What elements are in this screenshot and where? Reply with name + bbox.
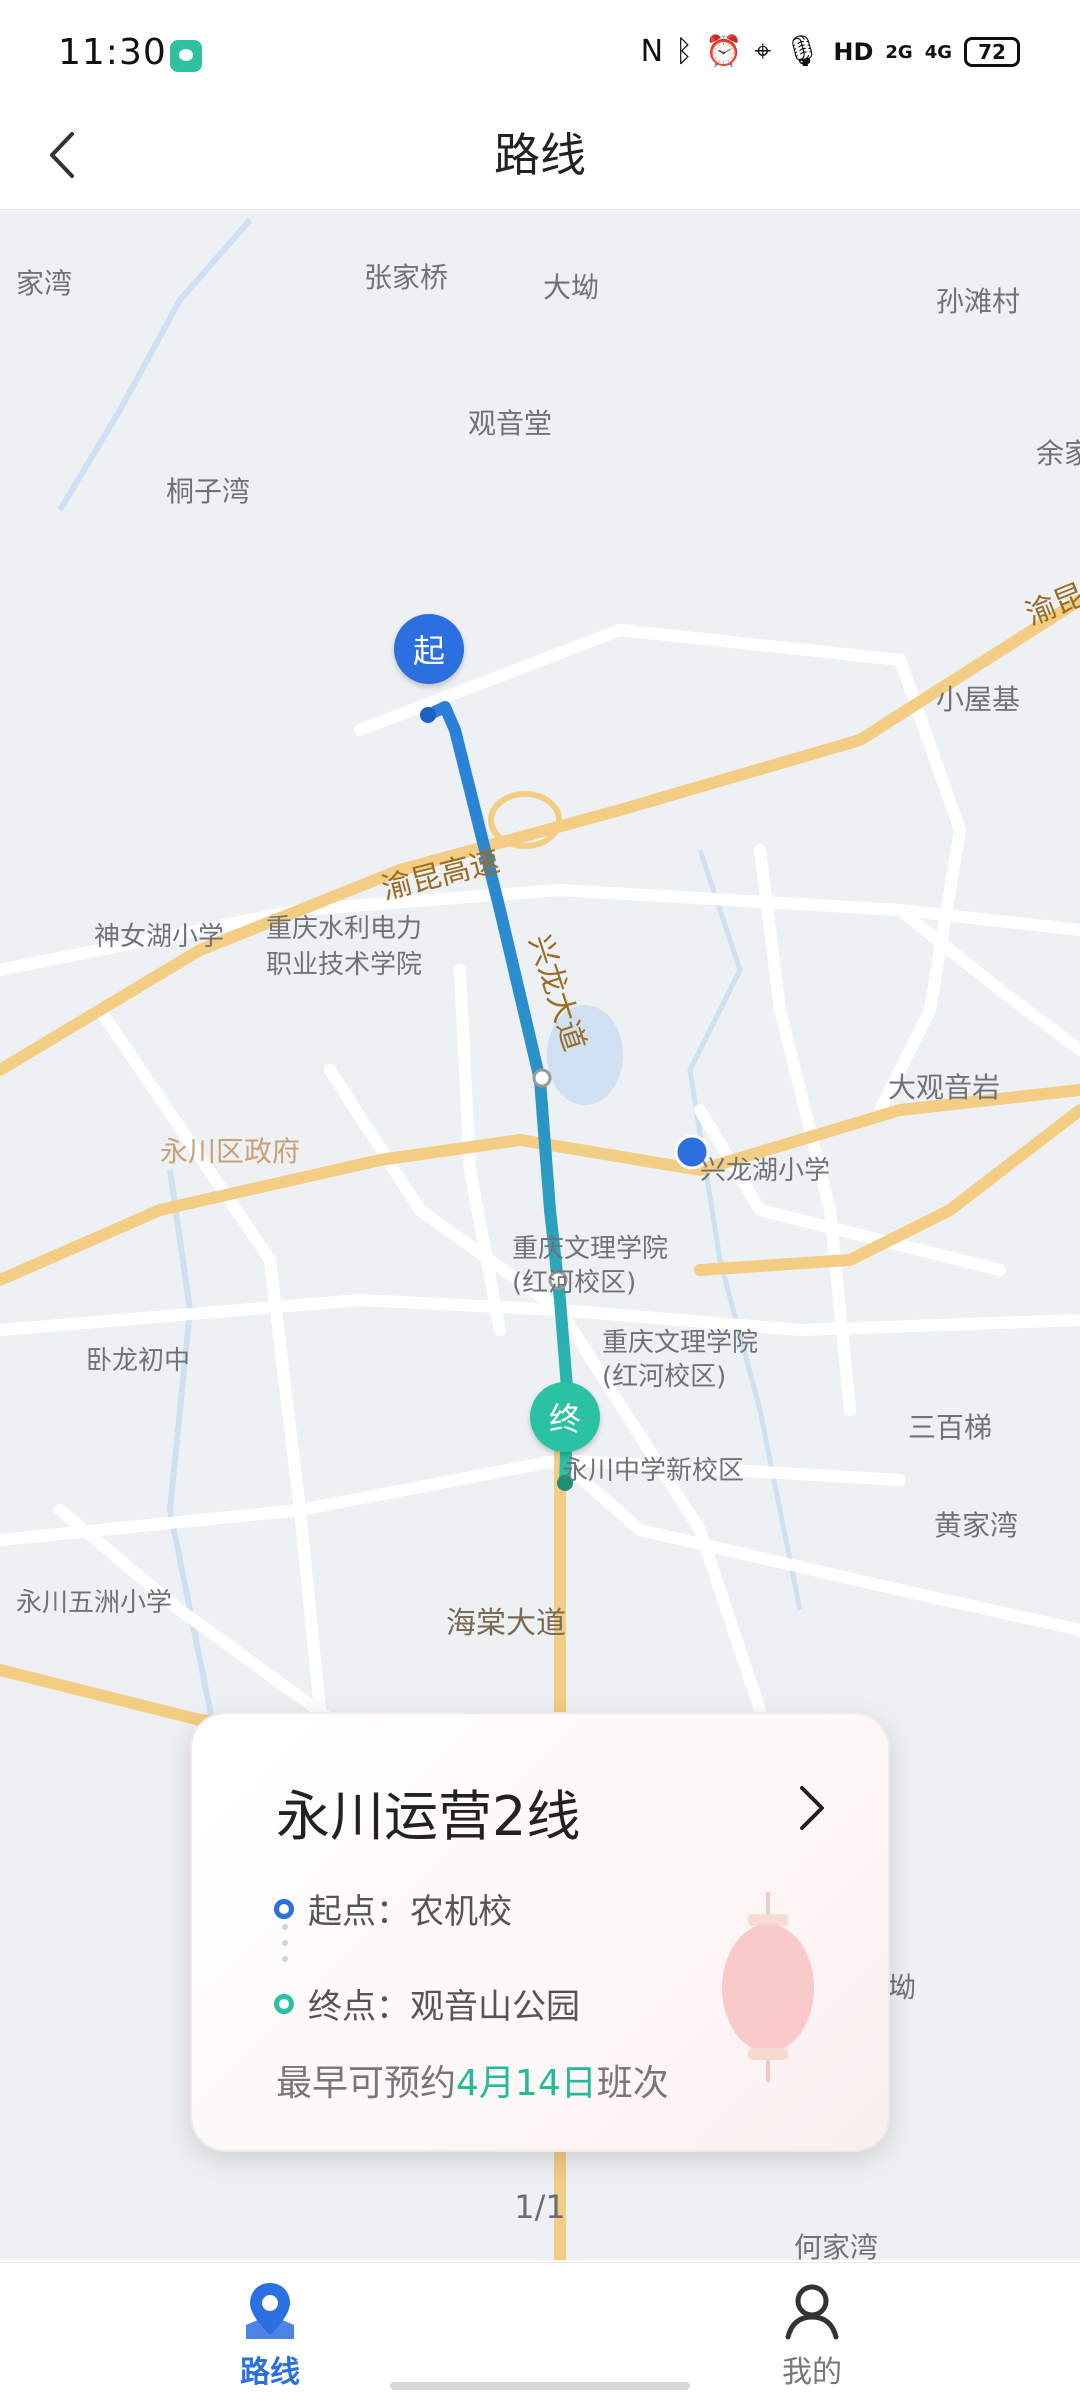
- map-place-label: 坳: [888, 1971, 917, 2004]
- map-place-label: 神女湖小学: [94, 922, 225, 952]
- map-place-label: 何家湾: [794, 2231, 879, 2260]
- route-card[interactable]: 永川运营2线 起点：农机校 终点：观音山公园 最早可预约4月14日班次: [190, 1712, 890, 2152]
- map-place-label: 重庆文理学院: [602, 1328, 759, 1358]
- nav-label-route: 路线: [240, 2355, 300, 2390]
- map-place-label: 观音堂: [468, 407, 553, 440]
- map-place-label: (红河校区): [512, 1268, 637, 1298]
- lantern-decoration-icon: [722, 1892, 814, 2082]
- status-time: 11:30: [58, 32, 167, 73]
- map-place-label: 重庆文理学院: [512, 1234, 669, 1264]
- signal-2g-label: 2G: [885, 41, 913, 63]
- map-place-label: 余家: [1036, 437, 1080, 470]
- map-place-label: 张家桥: [364, 261, 449, 294]
- map-place-label: (红河校区): [602, 1362, 727, 1392]
- route-name: 永川运营2线: [276, 1785, 581, 1848]
- road-label: 海棠大道: [446, 1606, 566, 1641]
- status-icons: N ᛒ ⏰ ⌖ 🎙 HD 2G 4G 72: [641, 34, 1020, 70]
- booking-prefix: 最早可预约: [276, 2063, 457, 2104]
- chat-app-icon: [170, 40, 202, 72]
- map-pin-icon: [246, 2283, 294, 2339]
- bottom-nav: 路线 我的: [0, 2262, 1080, 2400]
- user-icon: [785, 2284, 839, 2340]
- map-place-label: 大坳: [543, 271, 600, 304]
- start-stop-row: 起点：农机校: [274, 1884, 512, 1933]
- map-place-label: 大观音岩: [888, 1071, 1001, 1104]
- booking-suffix: 班次: [596, 2063, 669, 2104]
- stop-connector: [281, 1914, 289, 1962]
- map-place-label: 小屋基: [936, 683, 1021, 716]
- map-place-label: 重庆水利电力: [266, 914, 423, 944]
- nfc-icon: N: [640, 34, 664, 69]
- booking-date: 4月14日: [456, 2063, 597, 2104]
- map-place-label: 孙滩村: [936, 285, 1021, 318]
- map-place-label: 三百梯: [908, 1411, 993, 1444]
- bluetooth-icon: ᛒ: [675, 34, 694, 69]
- map-place-label: 桐子湾: [166, 475, 251, 508]
- map-place-label: 兴龙湖小学: [700, 1156, 831, 1186]
- route-line: [422, 701, 574, 1486]
- map-place-label: 职业技术学院: [266, 950, 423, 980]
- end-marker[interactable]: 终: [530, 1382, 600, 1452]
- nav-item-mine[interactable]: 我的: [722, 2279, 902, 2391]
- page-indicator: 1/1: [514, 2188, 566, 2226]
- status-bar: 11:30 N ᛒ ⏰ ⌖ 🎙 HD 2G 4G 72: [0, 0, 1080, 100]
- mic-icon: 🎙: [783, 34, 822, 69]
- alarm-icon: ⏰: [705, 34, 743, 69]
- home-indicator[interactable]: [390, 2382, 690, 2390]
- map-place-label: 永川中学新校区: [562, 1456, 745, 1486]
- end-stop-label: 终点：观音山公园: [308, 1987, 580, 2027]
- header: 路线: [0, 100, 1080, 210]
- map-place-label: 家湾: [16, 267, 73, 300]
- map-place-label: 黄家湾: [934, 1509, 1019, 1542]
- map-place-label: 卧龙初中: [86, 1346, 191, 1376]
- start-marker[interactable]: 起: [394, 614, 464, 684]
- network-hd-label: HD: [833, 38, 874, 66]
- nav-label-mine: 我的: [782, 2355, 842, 2390]
- page-title: 路线: [494, 128, 586, 182]
- map-place-label: 永川五洲小学: [16, 1588, 173, 1618]
- start-stop-label: 起点：农机校: [308, 1892, 512, 1932]
- route-start-point: [420, 707, 436, 723]
- nav-item-route[interactable]: 路线: [180, 2279, 360, 2391]
- route-stop-point: [532, 1068, 552, 1088]
- signal-4g-label: 4G: [924, 41, 952, 63]
- end-stop-row: 终点：观音山公园: [274, 1979, 580, 2028]
- end-dot-icon: [274, 1993, 294, 2014]
- location-icon: ⌖: [754, 34, 772, 69]
- booking-info: 最早可预约4月14日班次: [276, 2054, 669, 2106]
- chevron-right-icon[interactable]: [792, 1780, 832, 1836]
- map-place-label: 永川区政府: [160, 1135, 301, 1168]
- battery-indicator: 72: [964, 37, 1020, 67]
